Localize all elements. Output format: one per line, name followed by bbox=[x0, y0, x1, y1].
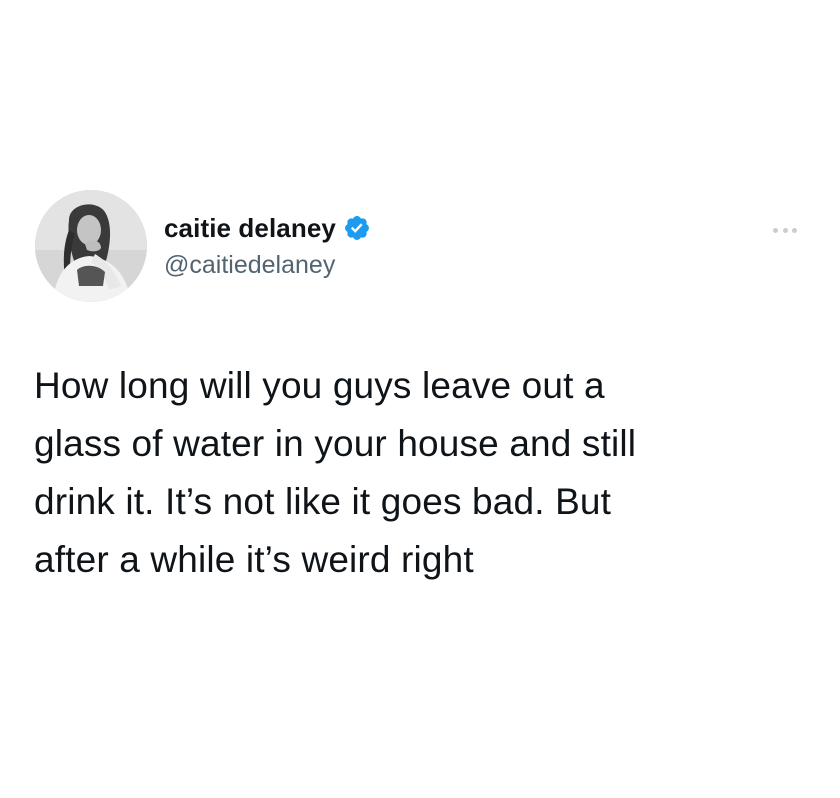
tweet-text: How long will you guys leave out a glass… bbox=[34, 357, 794, 589]
more-options-button[interactable] bbox=[773, 220, 797, 240]
more-horizontal-icon bbox=[773, 227, 778, 233]
author-avatar[interactable] bbox=[35, 190, 147, 302]
avatar-photo bbox=[35, 190, 147, 302]
tweet-text-line: How long will you guys leave out a bbox=[34, 365, 605, 406]
more-horizontal-icon-dot bbox=[782, 227, 788, 233]
tweet-text-line: after a while it’s weird right bbox=[34, 539, 474, 580]
tweet-card: caitie delaney @caitiedelaney How long w… bbox=[0, 0, 840, 798]
author-handle[interactable]: @caitiedelaney bbox=[164, 251, 335, 280]
tweet-text-line: drink it. It’s not like it goes bad. But bbox=[34, 481, 612, 522]
author-display-name[interactable]: caitie delaney bbox=[164, 213, 336, 244]
author-name-row: caitie delaney bbox=[164, 211, 371, 245]
verified-badge-icon bbox=[343, 214, 371, 242]
more-horizontal-icon-dot bbox=[792, 227, 797, 233]
tweet-text-line: glass of water in your house and still bbox=[34, 423, 637, 464]
